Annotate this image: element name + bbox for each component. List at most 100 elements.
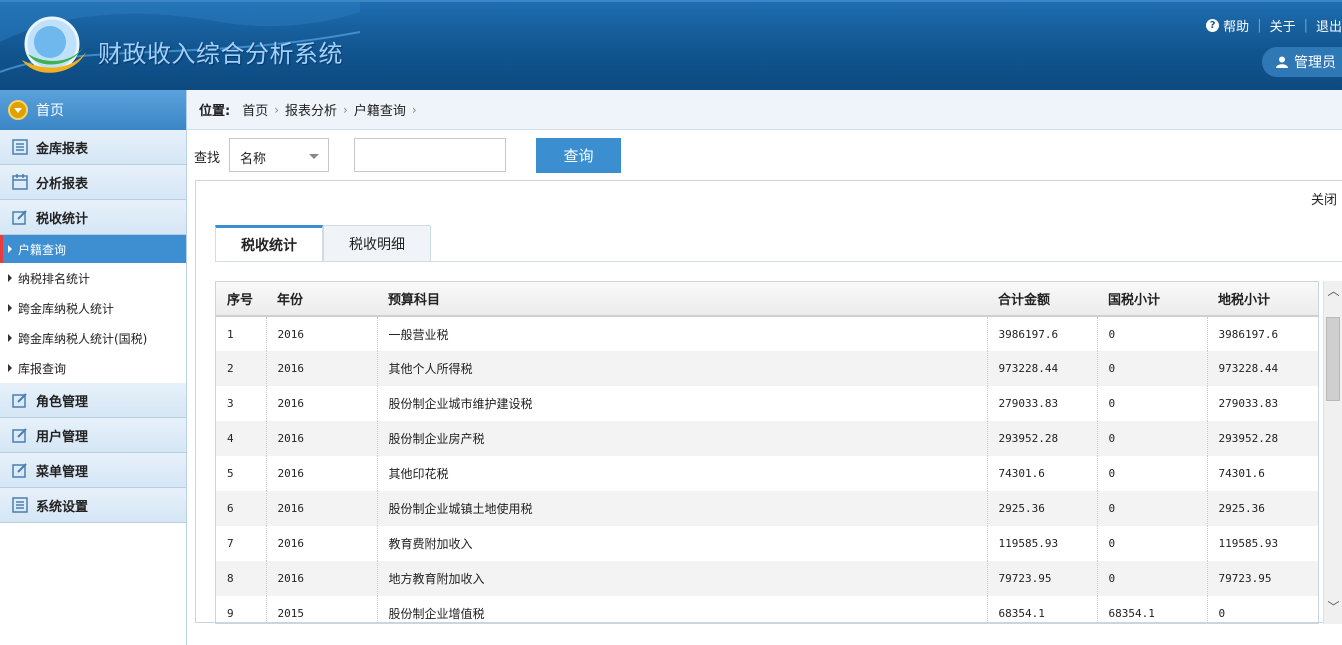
column-header[interactable]: 预算科目: [377, 282, 987, 317]
breadcrumb-item-home[interactable]: 首页: [242, 100, 268, 119]
table-row[interactable]: 3 2016 股份制企业城市维护建设税 279033.83 0 279033.83: [216, 386, 1318, 421]
tab-tax-statistics[interactable]: 税收统计: [215, 225, 323, 262]
chevron-down-icon[interactable]: ﹀: [1324, 597, 1342, 616]
sidebar-item-label: 用户管理: [36, 429, 89, 445]
table-cell: 279033.83: [1207, 386, 1318, 421]
scrollbar-thumb[interactable]: [1326, 317, 1340, 401]
edit-icon: [12, 393, 27, 408]
breadcrumb: 位置: 首页 › 报表分析 › 户籍查询 ›: [187, 90, 1342, 130]
sidebar-subitem-label: 纳税排名统计: [18, 271, 91, 286]
table-cell: 0: [1207, 596, 1318, 623]
sidebar-home[interactable]: 首页: [0, 90, 186, 130]
table-row[interactable]: 7 2016 教育费附加收入 119585.93 0 119585.93: [216, 526, 1318, 561]
table-cell: 7: [216, 526, 267, 561]
table-row[interactable]: 9 2015 股份制企业增值税 68354.1 68354.1 0: [216, 596, 1318, 623]
sidebar-subitem-treasury-query[interactable]: 库报查询: [0, 353, 186, 383]
user-menu[interactable]: 管理员: [1262, 47, 1342, 77]
table-row[interactable]: 1 2016 一般营业税 3986197.6 0 3986197.6: [216, 316, 1318, 351]
table-row[interactable]: 5 2016 其他印花税 74301.6 0 74301.6: [216, 456, 1318, 491]
sidebar-item-label: 分析报表: [36, 176, 89, 192]
chevron-down-icon: [8, 100, 28, 120]
sidebar-item-role-management[interactable]: 角色管理: [0, 383, 186, 418]
caret-right-icon: [8, 274, 12, 282]
table-cell: 3: [216, 386, 267, 421]
user-icon: [1276, 56, 1288, 68]
app-header: 财政收入综合分析系统 ? 帮助 | 关于 | 退出 管理员: [0, 0, 1342, 90]
sidebar-subitem-tax-ranking[interactable]: 纳税排名统计: [0, 263, 186, 293]
search-field-select[interactable]: 名称: [229, 138, 329, 172]
table-cell: 279033.83: [987, 386, 1098, 421]
help-icon[interactable]: ?: [1206, 19, 1220, 32]
table-row[interactable]: 4 2016 股份制企业房产税 293952.28 0 293952.28: [216, 421, 1318, 456]
caret-right-icon: [8, 245, 12, 253]
table-cell: 6: [216, 491, 267, 526]
table-cell: 地方教育附加收入: [377, 561, 988, 596]
column-header[interactable]: 地税小计: [1207, 282, 1318, 317]
table-cell: 68354.1: [987, 596, 1098, 623]
chevron-right-icon: ›: [343, 102, 348, 117]
table-cell: 股份制企业城镇土地使用税: [377, 491, 988, 526]
table-cell: 其他个人所得税: [377, 351, 988, 386]
breadcrumb-item-reports[interactable]: 报表分析: [285, 100, 337, 119]
table-cell: 293952.28: [1207, 421, 1318, 456]
table-cell: 教育费附加收入: [377, 526, 988, 561]
sidebar-subitem-label: 库报查询: [18, 361, 67, 376]
chevron-down-icon: [309, 154, 319, 159]
table-cell: 74301.6: [1207, 456, 1318, 491]
table-cell: 2: [216, 351, 267, 386]
chevron-right-icon: ›: [411, 102, 417, 117]
table-cell: 119585.93: [987, 526, 1098, 561]
table-cell: 4: [216, 421, 267, 456]
table-cell: 2015: [266, 596, 378, 623]
table-cell: 股份制企业城市维护建设税: [377, 386, 988, 421]
query-button[interactable]: 查询: [536, 138, 621, 173]
separator: |: [1303, 18, 1308, 33]
sidebar-subitem-cross-treasury[interactable]: 跨金库纳税人统计: [0, 293, 186, 323]
sidebar-item-analysis-reports[interactable]: 分析报表: [0, 165, 186, 200]
caret-right-icon: [8, 364, 12, 372]
breadcrumb-item-current[interactable]: 户籍查询: [354, 100, 406, 119]
sidebar-item-user-management[interactable]: 用户管理: [0, 418, 186, 453]
table-scrollbar[interactable]: ︿ ﹀: [1323, 281, 1342, 624]
table-cell: 79723.95: [1207, 561, 1318, 596]
sidebar: 首页 金库报表 分析报表 税收统计 户籍查询 纳税排名统计 跨金库纳税人统计 跨…: [0, 90, 187, 645]
table-row[interactable]: 8 2016 地方教育附加收入 79723.95 0 79723.95: [216, 561, 1318, 596]
table-cell: 3986197.6: [1207, 316, 1318, 351]
table-cell: 股份制企业房产税: [377, 421, 988, 456]
help-link[interactable]: 帮助: [1223, 16, 1249, 35]
edit-icon: [12, 428, 27, 443]
sidebar-subitem-label: 跨金库纳税人统计: [18, 301, 115, 316]
sidebar-subitem-label: 跨金库纳税人统计(国税): [18, 331, 148, 346]
table-cell: 9: [216, 596, 267, 623]
sidebar-subitem-cross-treasury-national[interactable]: 跨金库纳税人统计(国税): [0, 323, 186, 353]
sidebar-item-treasury-reports[interactable]: 金库报表: [0, 130, 186, 165]
table-cell: 其他印花税: [377, 456, 988, 491]
chevron-right-icon: ›: [274, 102, 280, 117]
column-header[interactable]: 年份: [266, 282, 377, 317]
table-cell: 8: [216, 561, 267, 596]
column-header[interactable]: 合计金额: [987, 282, 1097, 317]
sidebar-item-tax-statistics[interactable]: 税收统计: [0, 200, 186, 235]
about-link[interactable]: 关于: [1270, 16, 1296, 35]
search-input[interactable]: [354, 138, 506, 172]
logout-link[interactable]: 退出: [1316, 16, 1342, 35]
separator: |: [1257, 18, 1262, 33]
chevron-up-icon[interactable]: ︿: [1324, 281, 1342, 300]
column-header[interactable]: 国税小计: [1097, 282, 1207, 317]
table-cell: 1: [216, 316, 267, 351]
close-link[interactable]: 关闭: [1311, 189, 1337, 208]
sidebar-item-label: 金库报表: [36, 141, 89, 157]
tab-tax-details[interactable]: 税收明细: [323, 225, 431, 262]
table-cell: 2016: [266, 561, 378, 596]
table-row[interactable]: 6 2016 股份制企业城镇土地使用税 2925.36 0 2925.36: [216, 491, 1318, 526]
table-cell: 股份制企业增值税: [377, 596, 988, 623]
sidebar-item-menu-management[interactable]: 菜单管理: [0, 453, 186, 488]
sidebar-subitem-household-query[interactable]: 户籍查询: [0, 235, 186, 263]
column-header[interactable]: 序号: [216, 282, 266, 317]
table-cell: 2016: [266, 421, 378, 456]
table-row[interactable]: 2 2016 其他个人所得税 973228.44 0 973228.44: [216, 351, 1318, 386]
table-cell: 0: [1097, 351, 1208, 386]
sidebar-item-system-settings[interactable]: 系统设置: [0, 488, 186, 523]
table-cell: 68354.1: [1097, 596, 1208, 623]
table-cell: 973228.44: [1207, 351, 1318, 386]
